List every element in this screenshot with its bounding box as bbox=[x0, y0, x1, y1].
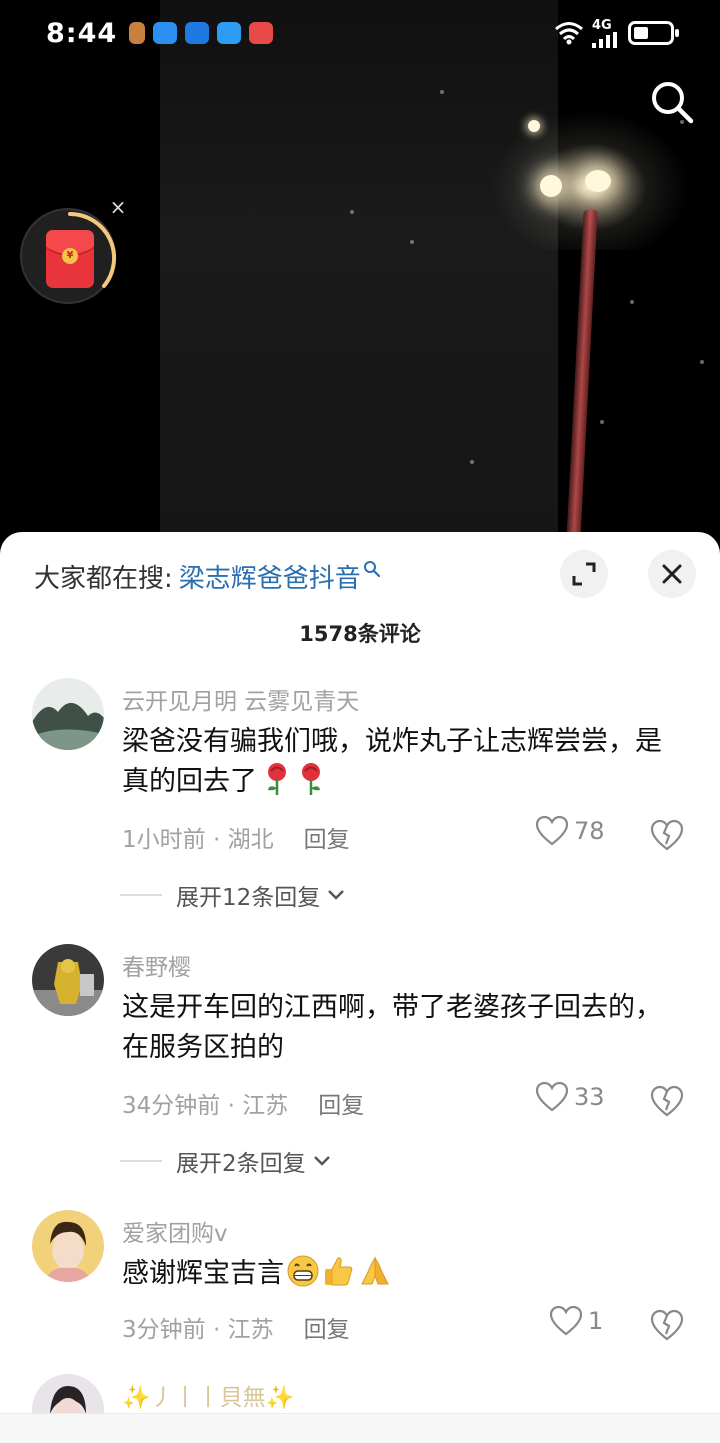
comment-time-location: 3分钟前 · 江苏 bbox=[122, 1317, 274, 1343]
notification-icon-1 bbox=[129, 22, 146, 44]
broken-heart-icon[interactable] bbox=[650, 1308, 684, 1342]
heart-icon bbox=[536, 1082, 568, 1112]
red-packet-icon: ¥ bbox=[46, 230, 94, 288]
comment-username[interactable]: 爱家团购v bbox=[122, 1214, 228, 1248]
comment-meta: 3分钟前 · 江苏 回复 bbox=[122, 1310, 350, 1344]
notification-icons bbox=[129, 22, 274, 44]
rose-emoji bbox=[268, 763, 286, 795]
close-icon bbox=[662, 564, 682, 584]
heart-icon bbox=[536, 816, 568, 846]
comment-time-location: 34分钟前 · 江苏 bbox=[122, 1093, 289, 1119]
avatar[interactable] bbox=[32, 678, 104, 750]
status-time: 8:44 bbox=[46, 17, 118, 49]
comment-count: 1578条评论 bbox=[299, 622, 421, 646]
like-button[interactable]: 1 bbox=[550, 1306, 603, 1336]
red-packet-close-icon[interactable]: × bbox=[107, 196, 129, 218]
reply-button[interactable]: 回复 bbox=[304, 1310, 350, 1344]
search-icon[interactable] bbox=[648, 78, 696, 126]
lamp-light-right bbox=[585, 170, 611, 192]
notification-icon-2 bbox=[153, 22, 178, 44]
rose-emoji bbox=[302, 763, 320, 795]
like-button[interactable]: 78 bbox=[536, 816, 605, 846]
status-bar: 8:44 4G bbox=[0, 0, 720, 66]
red-packet-widget[interactable]: ¥ bbox=[20, 208, 117, 304]
network-type: 4G bbox=[592, 17, 612, 33]
like-count: 33 bbox=[574, 1083, 605, 1111]
broken-heart-icon[interactable] bbox=[650, 1084, 684, 1118]
comment-input-bar[interactable] bbox=[0, 1413, 720, 1443]
comment-meta: 1小时前 · 湖北 回复 bbox=[122, 820, 350, 854]
battery-icon bbox=[628, 21, 679, 45]
notification-icon-5 bbox=[249, 22, 274, 44]
expand-replies[interactable]: 展开2条回复 bbox=[120, 1144, 332, 1178]
comment-item: 春野樱 这是开车回的江西啊，带了老婆孩子回去的，在服务区拍的 34分钟前 · 江… bbox=[0, 944, 720, 1204]
comment-username[interactable]: 春野樱 bbox=[122, 948, 191, 982]
comment-username[interactable]: ✨丿丨丨貝無✨ bbox=[122, 1378, 294, 1412]
lamp-pole bbox=[566, 210, 598, 540]
expand-replies[interactable]: 展开12条回复 bbox=[120, 878, 346, 912]
notification-icon-4 bbox=[217, 22, 242, 44]
like-button[interactable]: 33 bbox=[536, 1082, 605, 1112]
video-frame bbox=[160, 0, 704, 560]
comment-time-location: 1小时前 · 湖北 bbox=[122, 827, 274, 853]
thumbs-up-emoji bbox=[325, 1257, 353, 1286]
pray-emoji bbox=[361, 1256, 389, 1285]
comment-text: 梁爸没有骗我们哦，说炸丸子让志辉尝尝，是真的回去了 bbox=[122, 726, 662, 797]
lamp-light-left bbox=[540, 175, 562, 197]
expand-icon bbox=[572, 562, 596, 586]
trending-search-prefix: 大家都在搜: bbox=[34, 563, 173, 594]
divider bbox=[120, 894, 162, 896]
notification-icon-3 bbox=[185, 22, 210, 44]
distant-light bbox=[528, 120, 540, 132]
comment-item: 爱家团购v 感谢辉宝吉言 3分钟前 · 江苏 回复 1 bbox=[0, 1210, 720, 1370]
like-count: 1 bbox=[588, 1307, 604, 1335]
heart-icon bbox=[550, 1306, 582, 1336]
comment-username[interactable]: 云开见月明 云雾见青天 bbox=[122, 682, 359, 716]
like-count: 78 bbox=[574, 817, 605, 845]
status-right: 4G bbox=[554, 17, 679, 48]
comment-text: 感谢辉宝吉言 bbox=[122, 1254, 682, 1294]
expand-replies-label: 展开2条回复 bbox=[176, 1151, 306, 1177]
comment-item: 云开见月明 云雾见青天 梁爸没有骗我们哦，说炸丸子让志辉尝尝，是真的回去了 1小… bbox=[0, 678, 720, 938]
close-panel-button[interactable] bbox=[648, 550, 696, 598]
chevron-down-icon bbox=[328, 890, 345, 900]
divider bbox=[120, 1160, 162, 1162]
reply-button[interactable]: 回复 bbox=[304, 820, 350, 854]
comment-panel: 大家都在搜: 梁志辉爸爸抖音 1578条评论 云开见月明 云雾见青天 梁爸没有骗… bbox=[0, 532, 720, 1443]
expand-panel-button[interactable] bbox=[560, 550, 608, 598]
reply-button[interactable]: 回复 bbox=[318, 1086, 364, 1120]
chevron-down-icon bbox=[313, 1156, 330, 1166]
avatar[interactable] bbox=[32, 1210, 104, 1282]
comment-text: 这是开车回的江西啊，带了老婆孩子回去的，在服务区拍的 bbox=[122, 992, 662, 1063]
broken-heart-icon[interactable] bbox=[650, 818, 684, 852]
comment-meta: 34分钟前 · 江苏 回复 bbox=[122, 1086, 364, 1120]
search-mini-icon bbox=[363, 561, 380, 578]
wifi-icon bbox=[555, 22, 583, 45]
trending-search-row[interactable]: 大家都在搜: 梁志辉爸爸抖音 bbox=[34, 556, 381, 596]
grin-emoji bbox=[287, 1255, 319, 1287]
trending-search-term[interactable]: 梁志辉爸爸抖音 bbox=[179, 558, 361, 595]
expand-replies-label: 展开12条回复 bbox=[176, 885, 321, 911]
signal-icon bbox=[592, 31, 617, 48]
avatar[interactable] bbox=[32, 944, 104, 1016]
